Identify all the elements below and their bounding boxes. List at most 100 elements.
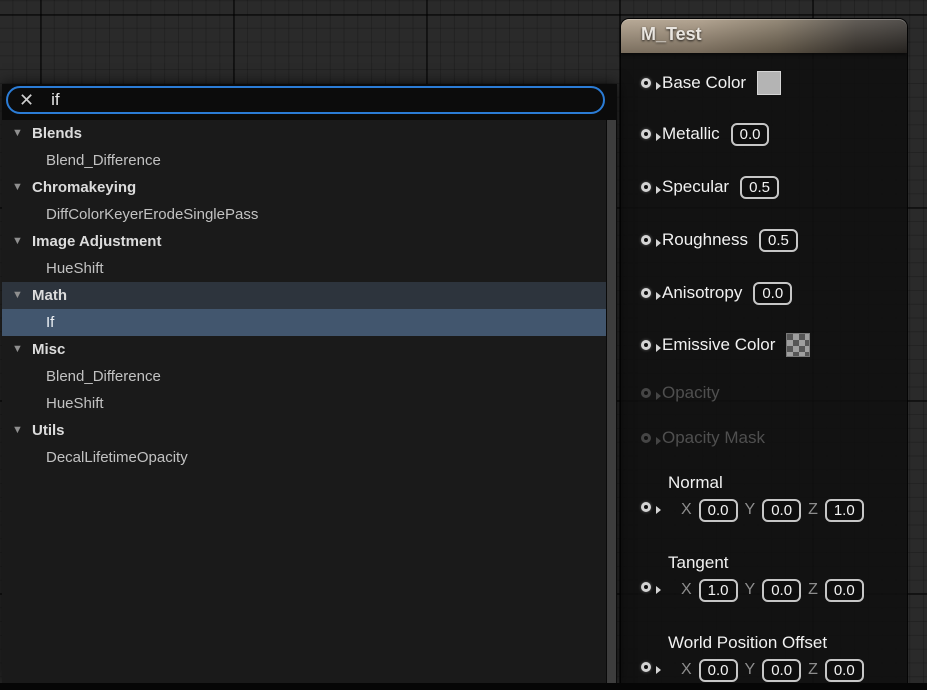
- pin-label: Specular: [662, 177, 729, 197]
- checker-swatch: [786, 333, 810, 357]
- axis-label: Z: [808, 501, 818, 519]
- pin-world-position-offset: World Position OffsetX0.0Y0.0Z0.0: [641, 631, 901, 685]
- axis-label: X: [681, 501, 692, 519]
- chevron-down-icon: ▼: [12, 425, 24, 436]
- category-blends[interactable]: ▼ Blends: [2, 120, 606, 147]
- category-misc[interactable]: ▼ Misc: [2, 336, 606, 363]
- pin-specular: Specular 0.5: [641, 172, 901, 202]
- close-icon[interactable]: ✕: [19, 91, 34, 109]
- search-field[interactable]: ✕: [6, 86, 605, 114]
- pin-label: Metallic: [662, 124, 720, 144]
- pin-opacity-mask: Opacity Mask: [641, 423, 901, 453]
- output-pin-icon[interactable]: [641, 582, 651, 592]
- list-item-blend-difference[interactable]: Blend_Difference: [2, 147, 606, 174]
- node-search-menu: ✕ ▼ Blends Blend_Difference ▼ Chromakeying Di…: [2, 84, 617, 684]
- axis-label: Y: [745, 501, 756, 519]
- category-math[interactable]: ▼ Math: [2, 282, 606, 309]
- value-box: 0.0: [699, 499, 738, 522]
- pin-label: Normal: [668, 471, 901, 495]
- output-pin-icon[interactable]: [641, 235, 651, 245]
- value-box: 0.0: [762, 499, 801, 522]
- search-input[interactable]: [51, 90, 571, 110]
- list-item-label: HueShift: [46, 395, 104, 412]
- viewport-bottom-edge: [0, 683, 927, 690]
- output-pin-icon[interactable]: [641, 340, 651, 350]
- pin-tangent: Tangent X 1.0 Y 0.0 Z 0.0: [641, 551, 901, 605]
- value-box: 0.5: [740, 176, 779, 199]
- output-pin-icon[interactable]: [641, 78, 651, 88]
- value-box: 0.0: [753, 282, 792, 305]
- pin-roughness: Roughness0.5: [641, 225, 901, 255]
- pin-base-color: Base Color: [641, 68, 901, 98]
- node-header[interactable]: M_Test: [621, 19, 907, 53]
- output-pin-icon[interactable]: [641, 182, 651, 192]
- output-pin-icon[interactable]: [641, 129, 651, 139]
- list-item-label: Blend_Difference: [46, 368, 161, 385]
- category-label: Chromakeying: [32, 179, 136, 196]
- pin-label: Opacity Mask: [662, 428, 765, 448]
- scrollbar[interactable]: [606, 120, 617, 684]
- vector-values: X 1.0 Y 0.0 Z 0.0: [681, 575, 901, 605]
- axis-label: X: [681, 661, 692, 679]
- pin-label: Roughness: [662, 230, 748, 250]
- list-item-label: DecalLifetimeOpacity: [46, 449, 188, 466]
- output-pin-icon[interactable]: [641, 502, 651, 512]
- category-label: Utils: [32, 422, 65, 439]
- vector-values: X0.0Y0.0Z0.0: [681, 655, 901, 685]
- category-label: Blends: [32, 125, 82, 142]
- color-swatch: [757, 71, 781, 95]
- list-item-hueshift[interactable]: HueShift: [2, 255, 606, 282]
- list-item-label: Blend_Difference: [46, 152, 161, 169]
- material-result-node[interactable]: M_Test Base Color Metallic 0.0 Specular 0.5 R…: [620, 18, 908, 690]
- value-box: 0.0: [825, 579, 864, 602]
- pin-label: Emissive Color: [662, 335, 775, 355]
- chevron-down-icon: ▼: [12, 344, 24, 355]
- node-title: M_Test: [641, 24, 702, 45]
- chevron-down-icon: ▼: [12, 182, 24, 193]
- list-item-if[interactable]: If: [2, 309, 606, 336]
- value-box: 0.0: [731, 123, 770, 146]
- list-item-label: If: [46, 314, 54, 331]
- category-label: Math: [32, 287, 67, 304]
- chevron-down-icon: ▼: [12, 290, 24, 301]
- list-item-decallifetimeopacity[interactable]: DecalLifetimeOpacity: [2, 444, 606, 471]
- value-box: 0.0: [762, 659, 801, 682]
- category-label: Misc: [32, 341, 65, 358]
- axis-label: X: [681, 581, 692, 599]
- pin-anisotropy: Anisotropy 0.0: [641, 278, 901, 308]
- list-item-hueshift[interactable]: HueShift: [2, 390, 606, 417]
- value-box: 1.0: [699, 579, 738, 602]
- pin-label: Base Color: [662, 73, 746, 93]
- category-utils[interactable]: ▼ Utils: [2, 417, 606, 444]
- pin-metallic: Metallic 0.0: [641, 119, 901, 149]
- category-chromakeying[interactable]: ▼ Chromakeying: [2, 174, 606, 201]
- output-pin-icon[interactable]: [641, 388, 651, 398]
- search-results-list: ▼ Blends Blend_Difference ▼ Chromakeying Diff…: [2, 120, 606, 684]
- category-label: Image Adjustment: [32, 233, 161, 250]
- value-box: 0.0: [825, 659, 864, 682]
- pin-normal: Normal X 0.0 Y 0.0 Z 1.0: [641, 471, 901, 525]
- axis-label: Z: [808, 581, 818, 599]
- pin-label: Opacity: [662, 383, 720, 403]
- pin-emissive-color: Emissive Color: [641, 330, 901, 360]
- graph-canvas[interactable]: M_Test Base Color Metallic 0.0 Specular 0.5 R…: [0, 0, 927, 690]
- category-image-adjustment[interactable]: ▼Image Adjustment: [2, 228, 606, 255]
- pin-label: Tangent: [668, 551, 901, 575]
- list-item-label: HueShift: [46, 260, 104, 277]
- vector-values: X 0.0 Y 0.0 Z 1.0: [681, 495, 901, 525]
- chevron-down-icon: ▼: [12, 128, 24, 139]
- value-box: 0.0: [762, 579, 801, 602]
- pin-opacity: Opacity: [641, 378, 901, 408]
- value-box: 0.0: [699, 659, 738, 682]
- pin-label: Anisotropy: [662, 283, 742, 303]
- axis-label: Y: [745, 581, 756, 599]
- list-item-label: DiffColorKeyerErodeSinglePass: [46, 206, 258, 223]
- axis-label: Z: [808, 661, 818, 679]
- output-pin-icon[interactable]: [641, 433, 651, 443]
- list-item-blend-difference[interactable]: Blend_Difference: [2, 363, 606, 390]
- pin-label: World Position Offset: [668, 631, 901, 655]
- output-pin-icon[interactable]: [641, 662, 651, 672]
- list-item-diffcolorkeyererodesinglepass[interactable]: DiffColorKeyerErodeSinglePass: [2, 201, 606, 228]
- output-pin-icon[interactable]: [641, 288, 651, 298]
- value-box: 1.0: [825, 499, 864, 522]
